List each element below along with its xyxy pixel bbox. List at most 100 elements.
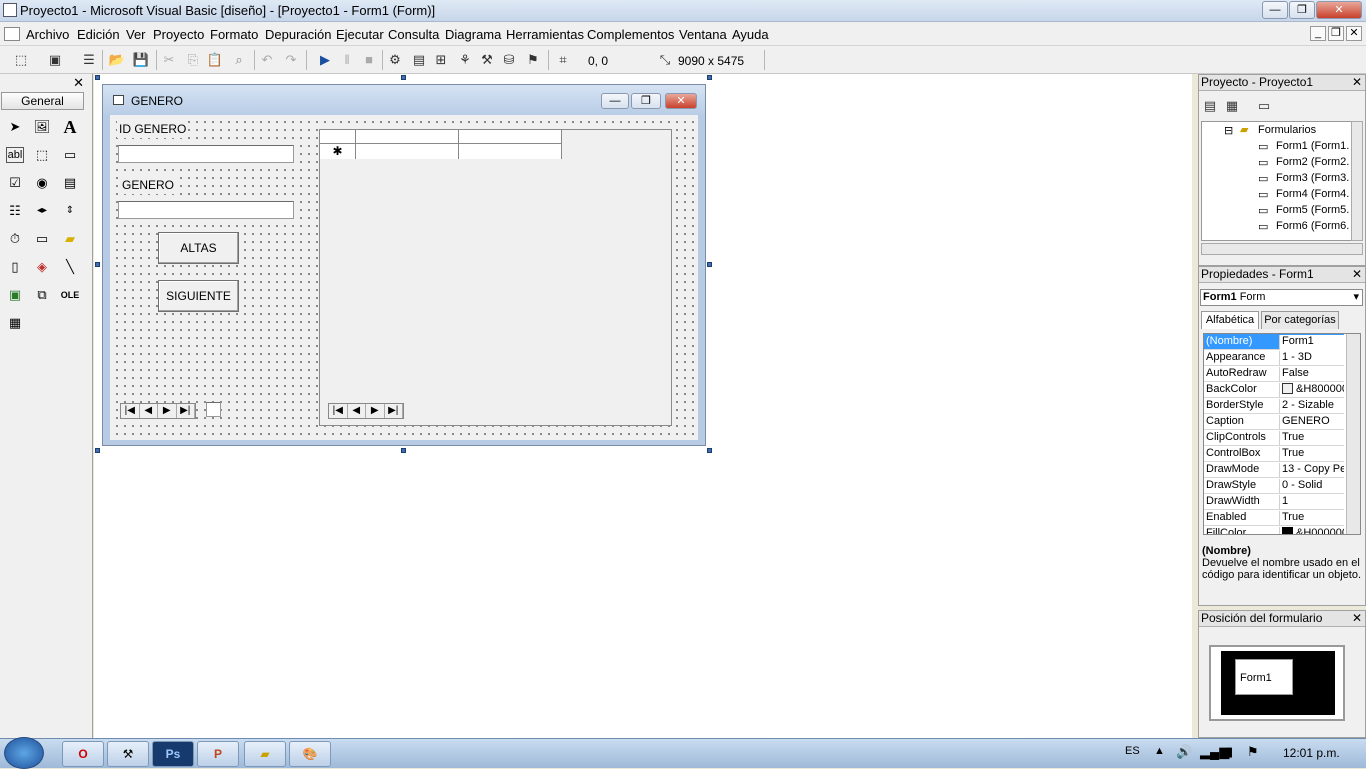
mdi-close-icon[interactable]: ✕ (1346, 26, 1362, 41)
data-control-left[interactable]: |◀ ◀ ▶ ▶| (120, 403, 196, 419)
prop-row[interactable]: Enabled True (1204, 510, 1344, 526)
form-client-area[interactable]: ID GENERO GENERO ALTAS SIGUIENTE |◀ ◀ ▶ … (110, 115, 698, 440)
prop-row[interactable]: FillColor &H000000 (1204, 526, 1344, 534)
prev-record-icon[interactable]: ◀ (348, 404, 366, 418)
show-hidden-icons-icon[interactable]: ▲ (1154, 745, 1165, 757)
menu-formato[interactable]: Formato (210, 27, 258, 42)
textbox-genero[interactable] (118, 201, 294, 219)
maximize-button[interactable]: ❐ (1289, 1, 1315, 19)
menu-consulta[interactable]: Consulta (388, 27, 439, 42)
tree-horizontal-scrollbar[interactable] (1201, 243, 1363, 255)
prop-row[interactable]: DrawWidth 1 (1204, 494, 1344, 510)
copy-icon[interactable]: ⎘ (184, 51, 202, 69)
label-id-genero[interactable]: ID GENERO (117, 120, 189, 138)
menu-ventana[interactable]: Ventana (679, 27, 727, 42)
data-control-right[interactable]: |◀ ◀ ▶ ▶| (328, 403, 404, 419)
pause-icon[interactable]: ‖ (338, 51, 356, 69)
shape-tool-icon[interactable]: ◈ (31, 256, 53, 278)
toggle-folders-icon[interactable]: ▭ (1255, 97, 1273, 115)
find-icon[interactable]: ⌕ (230, 51, 248, 69)
listbox-tool-icon[interactable]: ☷ (4, 200, 26, 222)
toolbox-tab-general[interactable]: General (1, 92, 84, 110)
project-explorer-icon[interactable]: ⚙ (386, 51, 404, 69)
project-tree[interactable]: ⊟ ▰ Formularios ▭ Form1 (Form1. ▭ Form2 … (1201, 121, 1356, 241)
project-close-icon[interactable]: ✕ (1352, 75, 1362, 90)
toolbox-icon[interactable]: ⚒ (478, 51, 496, 69)
object-browser-icon[interactable]: ⚘ (456, 51, 474, 69)
dirlistbox-tool-icon[interactable]: ▰ (59, 228, 81, 250)
battery-icon[interactable]: ▮ (1226, 744, 1233, 760)
prop-row[interactable]: Caption GENERO (1204, 414, 1344, 430)
start-button[interactable] (4, 737, 44, 769)
mdi-restore-icon[interactable]: ❐ (1328, 26, 1344, 41)
menu-complementos[interactable]: Complementos (587, 27, 674, 42)
prop-row[interactable]: DrawStyle 0 - Solid (1204, 478, 1344, 494)
paste-icon[interactable]: 📋 (206, 51, 224, 69)
tree-formularios[interactable]: Formularios (1258, 124, 1316, 136)
volume-icon[interactable]: 🔊 (1176, 744, 1192, 760)
photoshop-taskbar-icon[interactable]: Ps (152, 741, 194, 767)
data-tool-icon[interactable]: ⧉ (31, 284, 53, 306)
prop-row[interactable]: BackColor&H8000000 (1204, 382, 1344, 398)
resize-handle[interactable] (401, 75, 406, 80)
combobox-tool-icon[interactable]: ▤ (59, 172, 81, 194)
opera-taskbar-icon[interactable]: O (62, 741, 104, 767)
altas-button[interactable]: ALTAS (158, 232, 239, 264)
commandbutton-tool-icon[interactable]: ▭ (59, 144, 81, 166)
menu-ver[interactable]: Ver (126, 27, 146, 42)
stop-icon[interactable]: ■ (360, 51, 378, 69)
visual-component-icon[interactable]: ⚑ (524, 51, 542, 69)
open-icon[interactable]: 📂 (108, 51, 126, 69)
first-record-icon[interactable]: |◀ (329, 404, 348, 418)
menu-ejecutar[interactable]: Ejecutar (336, 27, 384, 42)
mdi-minimize-icon[interactable]: _ (1310, 26, 1326, 41)
view-code-icon[interactable]: ▤ (1201, 97, 1219, 115)
resize-handle[interactable] (707, 75, 712, 80)
redo-icon[interactable]: ↷ (282, 51, 300, 69)
tab-alfabetica[interactable]: Alfabética (1201, 311, 1259, 329)
network-icon[interactable]: ▂▄▆ (1200, 744, 1229, 760)
resize-handle[interactable] (95, 448, 100, 453)
prop-row[interactable]: BorderStyle 2 - Sizable (1204, 398, 1344, 414)
datagrid-tool-icon[interactable]: ▦ (4, 312, 26, 334)
tree-form5[interactable]: Form5 (Form5. (1276, 204, 1349, 216)
properties-close-icon[interactable]: ✕ (1352, 267, 1362, 282)
image-tool-icon[interactable]: ▣ (4, 284, 26, 306)
menu-herramientas[interactable]: Herramientas (506, 27, 584, 42)
menu-editor-icon[interactable]: ☰ (80, 51, 98, 69)
frame-tool-icon[interactable]: ⬚ (31, 144, 53, 166)
small-checkbox-control[interactable] (206, 402, 221, 417)
vscrollbar-tool-icon[interactable]: ⇕ (59, 200, 81, 222)
properties-scrollbar[interactable] (1346, 334, 1360, 534)
tree-form3[interactable]: Form3 (Form3. (1276, 172, 1349, 184)
last-record-icon[interactable]: ▶| (177, 404, 195, 418)
powerpoint-taskbar-icon[interactable]: P (197, 741, 239, 767)
add-form-icon[interactable]: ▣ (46, 51, 64, 69)
label-genero[interactable]: GENERO (120, 176, 177, 194)
tree-vertical-scrollbar[interactable] (1351, 121, 1363, 241)
next-record-icon[interactable]: ▶ (158, 404, 177, 418)
resize-handle[interactable] (707, 262, 712, 267)
run-icon[interactable]: ▶ (316, 51, 334, 69)
properties-icon[interactable]: ▤ (410, 51, 428, 69)
resize-handle[interactable] (707, 448, 712, 453)
prop-row[interactable]: AutoRedraw False (1204, 366, 1344, 382)
siguiente-button[interactable]: SIGUIENTE (158, 280, 239, 312)
menu-edicion[interactable]: Edición (77, 27, 120, 42)
designer-form[interactable]: GENERO — ❐ ✕ ID GENERO GENERO ALTAS SIGU… (102, 84, 706, 446)
clock[interactable]: 12:01 p.m. (1283, 746, 1340, 760)
data-view-icon[interactable]: ⛁ (500, 51, 518, 69)
minimize-button[interactable]: — (1262, 1, 1288, 19)
pointer-tool-icon[interactable]: ➤ (4, 116, 26, 138)
menu-archivo[interactable]: Archivo (26, 27, 69, 42)
mdi-form-icon[interactable] (4, 27, 20, 41)
tree-form1[interactable]: Form1 (Form1. (1276, 140, 1349, 152)
object-selector[interactable]: Form1 Form ▾ (1200, 289, 1363, 306)
ole-tool-icon[interactable]: OLE (59, 284, 81, 306)
prop-row[interactable]: DrawMode13 - Copy Pen (1204, 462, 1344, 478)
prop-row[interactable]: ClipControls True (1204, 430, 1344, 446)
menu-depuracion[interactable]: Depuración (265, 27, 332, 42)
view-object-icon[interactable]: ▦ (1223, 97, 1241, 115)
last-record-icon[interactable]: ▶| (385, 404, 403, 418)
prop-row[interactable]: ControlBox True (1204, 446, 1344, 462)
